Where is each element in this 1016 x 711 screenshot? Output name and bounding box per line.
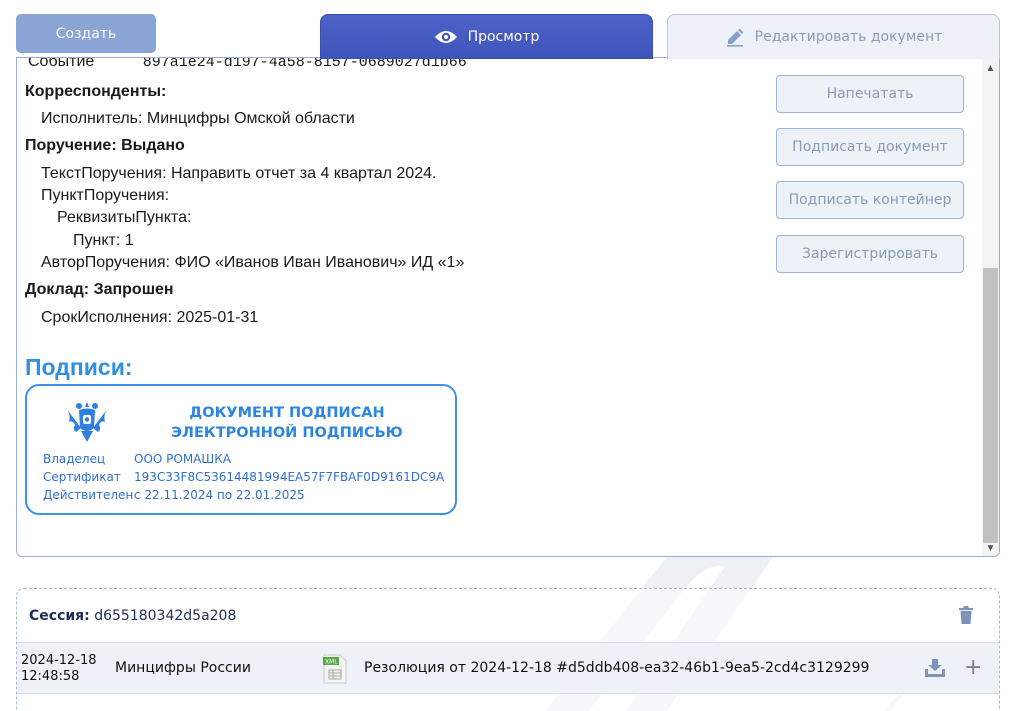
- session-document-row[interactable]: 2024-12-18 12:48:58 Минцифры России XML …: [17, 642, 999, 694]
- stamp-valid-row: Действителенс 22.11.2024 по 22.01.2025: [43, 488, 305, 502]
- point-requisites: РеквизитыПункта:: [57, 209, 192, 226]
- order-text: ТекстПоручения: Направить отчет за 4 ква…: [41, 165, 437, 182]
- report-heading: Доклад: Запрошен: [25, 281, 174, 298]
- tab-edit-document[interactable]: Редактировать документ: [667, 14, 1000, 59]
- event-id: 897a1e24-d197-4a58-8157-0689027d1b66: [142, 57, 467, 71]
- session-id: d655180342d5a208: [94, 608, 237, 624]
- tab-view[interactable]: Просмотр: [320, 14, 653, 59]
- sign-container-button[interactable]: Подписать контейнер: [776, 181, 964, 219]
- row-document-name[interactable]: Резолюция от 2024-12-18 #d5ddb408-ea32-4…: [364, 660, 869, 676]
- stamp-title: ДОКУМЕНТ ПОДПИСАН ЭЛЕКТРОННОЙ ПОДПИСЬЮ: [127, 403, 447, 443]
- document-view-panel: Событие 897a1e24-d197-4a58-8157-0689027d…: [16, 57, 1000, 557]
- signatures-heading: Подписи:: [25, 354, 133, 380]
- stamp-cert-label: Сертификат: [43, 470, 121, 484]
- create-button[interactable]: Создать: [16, 14, 156, 53]
- xml-badge: XML: [325, 659, 338, 666]
- stamp-owner-value: ООО РОМАШКА: [134, 452, 231, 466]
- stamp-title-line2: ЭЛЕКТРОННОЙ ПОДПИСЬЮ: [171, 425, 403, 441]
- row-datetime: 2024-12-18 12:48:58: [21, 653, 111, 685]
- plus-icon[interactable]: +: [964, 655, 982, 680]
- document-content: Событие 897a1e24-d197-4a58-8157-0689027d…: [17, 58, 757, 556]
- xml-file-icon: XML: [323, 654, 347, 684]
- signature-stamp: ДОКУМЕНТ ПОДПИСАН ЭЛЕКТРОННОЙ ПОДПИСЬЮ В…: [25, 384, 457, 515]
- stamp-owner-row: Владелец ООО РОМАШКА: [43, 452, 231, 466]
- stamp-cert-row: Сертификат 193C33F8C53614481994EA57F7FBAF…: [43, 470, 444, 484]
- event-label: Событие: [28, 57, 95, 70]
- row-organization: Минцифры России: [115, 660, 251, 676]
- stamp-cert-value: 193C33F8C53614481994EA57F7FBAF0D9161DC9A: [134, 470, 445, 484]
- session-header: Сессия: d655180342d5a208: [29, 608, 236, 624]
- document-scrollbar[interactable]: ▲ ▼: [982, 58, 999, 556]
- order-author: АвторПоручения: ФИО «Иванов Иван Иванови…: [41, 254, 465, 271]
- tab-edit-label: Редактировать документ: [754, 29, 943, 45]
- row-date: 2024-12-18: [21, 653, 97, 668]
- stamp-owner-label: Владелец: [43, 452, 106, 466]
- trash-icon[interactable]: [958, 606, 974, 624]
- deadline-text: СрокИсполнения: 2025-01-31: [41, 309, 259, 326]
- order-point: ПунктПоручения:: [41, 187, 170, 204]
- scroll-thumb[interactable]: [983, 268, 998, 543]
- print-button[interactable]: Напечатать: [776, 75, 964, 113]
- register-button[interactable]: Зарегистрировать: [776, 235, 964, 273]
- point-number: Пункт: 1: [73, 232, 134, 249]
- correspondents-heading: Корреспонденты:: [25, 83, 167, 100]
- download-icon[interactable]: [924, 658, 946, 678]
- session-label: Сессия:: [29, 608, 90, 624]
- eye-icon: [434, 30, 457, 43]
- stamp-title-line1: ДОКУМЕНТ ПОДПИСАН: [189, 405, 385, 421]
- session-panel: Сессия: d655180342d5a208 2024-12-18 12:4…: [16, 588, 1000, 711]
- stamp-valid-label: Действителен: [43, 488, 134, 502]
- pencil-icon: [726, 28, 744, 47]
- executor-text: Исполнитель: Минцифры Омской области: [41, 110, 355, 127]
- order-heading: Поручение: Выдано: [25, 137, 185, 154]
- scroll-up-icon[interactable]: ▲: [982, 60, 999, 76]
- scroll-down-icon[interactable]: ▼: [982, 540, 999, 556]
- coat-of-arms-icon: [66, 402, 108, 442]
- row-time: 12:48:58: [21, 669, 80, 684]
- sign-document-button[interactable]: Подписать документ: [776, 128, 964, 166]
- event-row: Событие 897a1e24-d197-4a58-8157-0689027d…: [28, 57, 467, 71]
- tab-view-label: Просмотр: [467, 28, 540, 45]
- stamp-valid-value: с 22.11.2024 по 22.01.2025: [134, 488, 305, 502]
